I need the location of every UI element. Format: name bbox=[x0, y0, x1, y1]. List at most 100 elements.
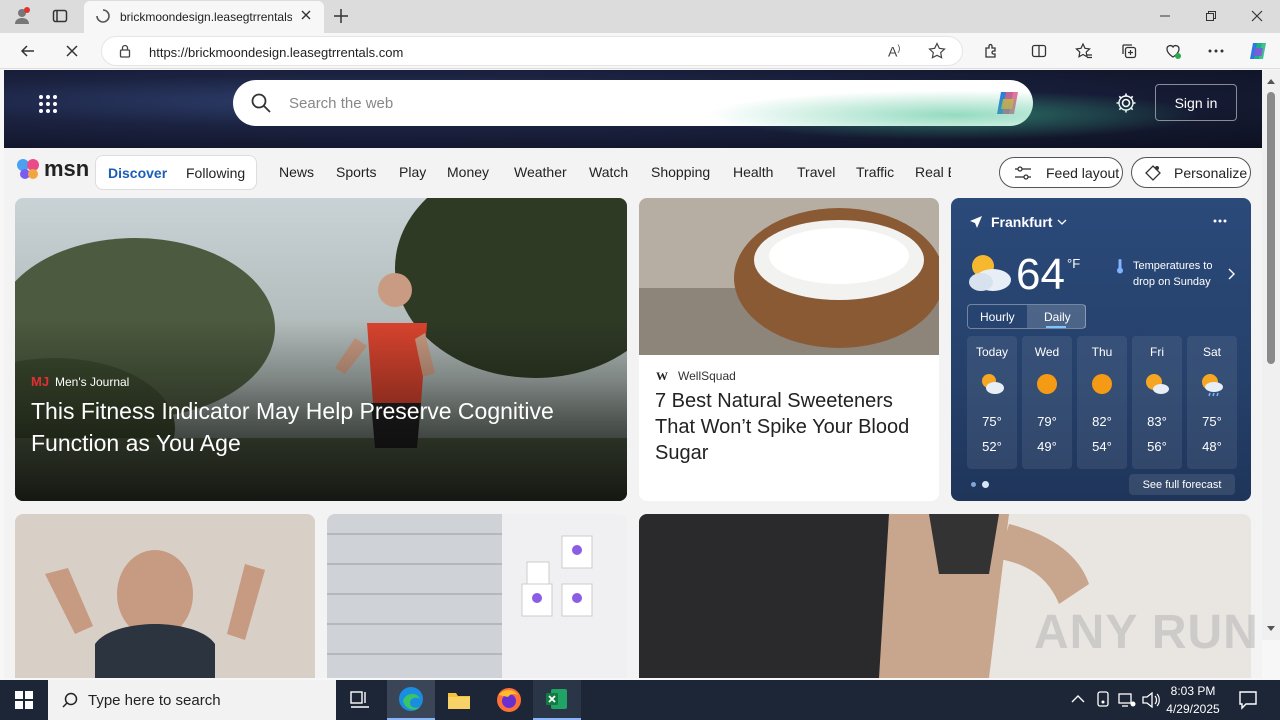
favorite-star-icon[interactable] bbox=[928, 42, 946, 65]
nav-item-sports[interactable]: Sports bbox=[336, 164, 376, 180]
carousel-dot[interactable] bbox=[971, 482, 976, 487]
feed-layout-label: Feed layout bbox=[1046, 164, 1120, 181]
discover-tab[interactable]: Discover bbox=[108, 165, 167, 181]
nav-item-news[interactable]: News bbox=[279, 164, 314, 180]
msn-page: Search the web Sign in msn Discover Foll… bbox=[4, 70, 1262, 678]
forecast-high: 75° bbox=[982, 414, 1002, 429]
nav-item-shopping[interactable]: Shopping bbox=[651, 164, 710, 180]
chevron-right-icon[interactable] bbox=[1227, 268, 1235, 280]
personalize-icon bbox=[1145, 164, 1161, 181]
forecast-low: 54° bbox=[1092, 439, 1112, 454]
following-tab[interactable]: Following bbox=[186, 165, 245, 181]
nav-item-watch[interactable]: Watch bbox=[589, 164, 628, 180]
device-icon[interactable] bbox=[1096, 691, 1110, 709]
story-2-headline[interactable]: 7 Best Natural Sweeteners That Won’t Spi… bbox=[655, 388, 925, 466]
stop-loading-icon[interactable] bbox=[57, 36, 87, 66]
forecast-day[interactable]: Sat 75° 48° bbox=[1187, 336, 1237, 469]
temperature-unit[interactable]: °F bbox=[1067, 256, 1080, 271]
hero-story-card[interactable]: MJ Men's Journal This Fitness Indicator … bbox=[15, 198, 627, 501]
nav-item-money[interactable]: Money bbox=[447, 164, 489, 180]
thermometer-icon bbox=[1117, 259, 1123, 274]
hero-source: Men's Journal bbox=[55, 375, 130, 389]
nav-item-health[interactable]: Health bbox=[733, 164, 773, 180]
taskbar-clock-date[interactable]: 4/29/2025 bbox=[1158, 702, 1228, 716]
taskbar-search-box[interactable]: Type here to search bbox=[48, 680, 336, 720]
minimize-icon[interactable] bbox=[1150, 1, 1180, 31]
task-view-icon[interactable] bbox=[336, 680, 384, 720]
taskbar-search-placeholder: Type here to search bbox=[88, 692, 221, 709]
feed-toggle: Discover Following bbox=[95, 155, 257, 190]
anyrun-watermark: ANY RUN bbox=[1034, 606, 1259, 659]
collections-icon[interactable] bbox=[1114, 36, 1144, 66]
rain-icon bbox=[1202, 374, 1223, 397]
tab-actions-icon[interactable] bbox=[45, 1, 75, 31]
forecast-day[interactable]: Wed 79° 49° bbox=[1022, 336, 1072, 469]
taskbar-clock-time[interactable]: 8:03 PM bbox=[1158, 684, 1228, 698]
read-aloud-icon[interactable]: A) bbox=[888, 43, 900, 60]
web-search-box[interactable]: Search the web bbox=[233, 80, 1033, 126]
new-tab-icon[interactable] bbox=[326, 1, 356, 31]
sign-in-button[interactable]: Sign in bbox=[1155, 84, 1237, 121]
search-icon bbox=[251, 93, 271, 118]
copilot-icon[interactable] bbox=[1243, 36, 1273, 66]
back-icon[interactable] bbox=[13, 36, 43, 66]
active-tab[interactable]: brickmoondesign.leasegtrrentals.com bbox=[84, 1, 324, 33]
network-icon[interactable] bbox=[1118, 692, 1136, 708]
copilot-search-icon[interactable] bbox=[993, 88, 1023, 123]
app-launcher-icon[interactable] bbox=[38, 94, 58, 119]
hourly-tab[interactable]: Hourly bbox=[980, 310, 1015, 324]
hero-headline[interactable]: This Fitness Indicator May Help Preserve… bbox=[31, 395, 611, 459]
excel-icon[interactable] bbox=[533, 680, 581, 720]
weather-alert[interactable]: Temperatures to drop on Sunday bbox=[1133, 258, 1223, 290]
weather-card[interactable]: Frankfurt 64 °F Temperatures to drop on … bbox=[951, 198, 1251, 501]
show-hidden-icons-icon[interactable] bbox=[1071, 694, 1085, 704]
personalize-button[interactable]: Personalize bbox=[1131, 157, 1251, 188]
location-arrow-icon bbox=[970, 216, 982, 228]
vertical-scrollbar[interactable] bbox=[1262, 70, 1280, 640]
forecast-day[interactable]: Today 75° 52° bbox=[967, 336, 1017, 469]
daily-tab[interactable]: Daily bbox=[1044, 310, 1071, 324]
profile-icon[interactable] bbox=[7, 1, 37, 31]
location-dropdown-icon[interactable] bbox=[1057, 218, 1067, 226]
msn-butterfly-icon bbox=[17, 159, 39, 179]
forecast-day[interactable]: Thu 82° 54° bbox=[1077, 336, 1127, 469]
nav-item-weather[interactable]: Weather bbox=[514, 164, 567, 180]
firefox-icon[interactable] bbox=[485, 680, 533, 720]
weather-more-icon[interactable] bbox=[1213, 219, 1227, 223]
lock-icon[interactable] bbox=[118, 44, 132, 63]
windows-taskbar: Type here to search 8:03 PM 4/29/2025 bbox=[0, 680, 1280, 720]
story-card-home-battery[interactable] bbox=[327, 514, 627, 678]
notifications-icon[interactable] bbox=[1238, 690, 1258, 710]
msn-logo[interactable]: msn bbox=[16, 156, 89, 182]
close-tab-icon[interactable] bbox=[299, 8, 313, 27]
browser-essentials-icon[interactable] bbox=[1158, 36, 1188, 66]
partly-cloudy-icon bbox=[1146, 374, 1169, 394]
nav-item-traffic[interactable]: Traffic bbox=[856, 164, 894, 180]
forecast-day[interactable]: Fri 83° 56° bbox=[1132, 336, 1182, 469]
story-card-man-speaking[interactable] bbox=[15, 514, 315, 678]
settings-gear-icon[interactable] bbox=[1115, 92, 1137, 119]
nav-item-real-estate[interactable]: Real E bbox=[915, 164, 951, 180]
scroll-down-icon[interactable] bbox=[1267, 626, 1275, 632]
see-full-forecast-button[interactable]: See full forecast bbox=[1129, 474, 1235, 495]
weather-location[interactable]: Frankfurt bbox=[991, 214, 1052, 230]
feed-layout-button[interactable]: Feed layout bbox=[999, 157, 1123, 188]
daily-tab-underline bbox=[1046, 326, 1066, 328]
scroll-up-icon[interactable] bbox=[1267, 78, 1275, 84]
scrollbar-thumb[interactable] bbox=[1267, 92, 1275, 364]
edge-taskbar-icon[interactable] bbox=[387, 680, 435, 720]
split-screen-icon[interactable] bbox=[1024, 36, 1054, 66]
windows-start-icon[interactable] bbox=[0, 680, 48, 720]
file-explorer-icon[interactable] bbox=[435, 680, 483, 720]
carousel-dot-active[interactable] bbox=[982, 481, 989, 488]
sugar-bowl-photo bbox=[639, 198, 939, 355]
url-field[interactable]: https://brickmoondesign.leasegtrrentals.… bbox=[101, 36, 963, 66]
favorites-icon[interactable] bbox=[1069, 36, 1099, 66]
nav-item-play[interactable]: Play bbox=[399, 164, 426, 180]
nav-item-travel[interactable]: Travel bbox=[797, 164, 835, 180]
restore-icon[interactable] bbox=[1196, 1, 1226, 31]
more-options-icon[interactable] bbox=[1201, 36, 1231, 66]
close-window-icon[interactable] bbox=[1242, 1, 1272, 31]
extensions-icon[interactable] bbox=[976, 36, 1006, 66]
sweeteners-story-card[interactable]: W WellSquad 7 Best Natural Sweeteners Th… bbox=[639, 198, 939, 501]
